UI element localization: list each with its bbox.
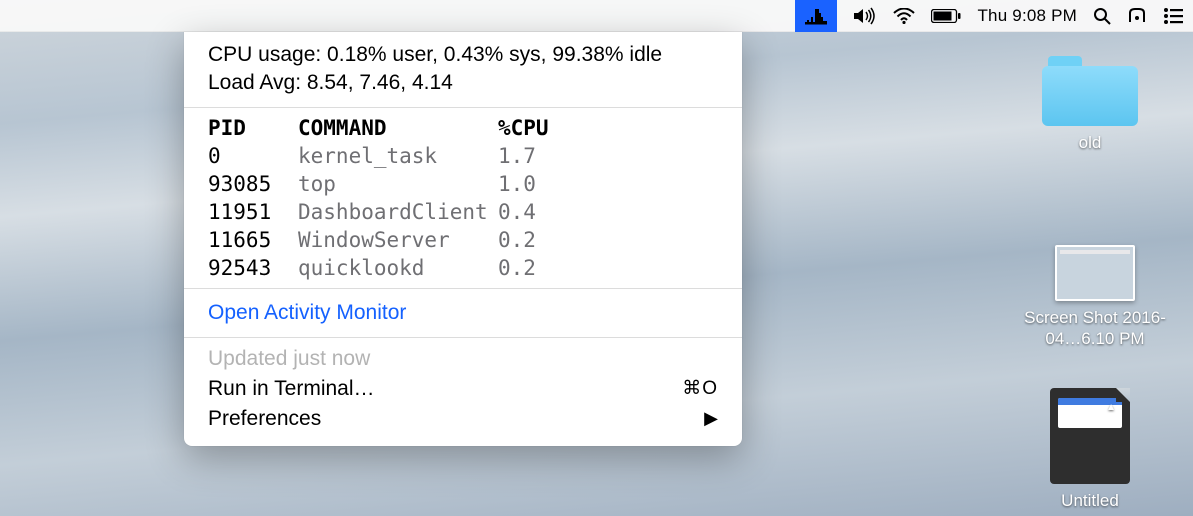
cell-pid: 0 [208, 142, 298, 170]
table-row: 92543 quicklookd 0.2 [208, 254, 718, 282]
table-row: 11665 WindowServer 0.2 [208, 226, 718, 254]
cell-command: DashboardClient [298, 198, 498, 226]
cell-cpu: 0.4 [498, 198, 718, 226]
cell-pid: 93085 [208, 170, 298, 198]
desktop-screenshot[interactable]: Screen Shot 2016-04…6.10 PM [1020, 245, 1170, 350]
cell-command: top [298, 170, 498, 198]
cell-cpu: 1.0 [498, 170, 718, 198]
sd-card-icon: ▲ [1050, 388, 1130, 484]
submenu-arrow-icon: ▶ [704, 408, 718, 429]
run-in-terminal-shortcut: ⌘O [682, 377, 718, 400]
wifi-icon[interactable] [893, 8, 915, 24]
col-header-pid: PID [208, 114, 298, 142]
notification-center-icon[interactable] [1163, 8, 1183, 24]
screenshot-icon [1055, 245, 1135, 301]
cell-command: WindowServer [298, 226, 498, 254]
open-activity-monitor[interactable]: Open Activity Monitor [208, 298, 718, 328]
table-row: 11951 DashboardClient 0.4 [208, 198, 718, 226]
cpu-graph-icon [805, 7, 827, 25]
col-header-command: COMMAND [298, 114, 498, 142]
menubar: Thu 9:08 PM [0, 0, 1193, 32]
process-table-section: PID COMMAND %CPU 0 kernel_task 1.7 93085… [184, 108, 742, 288]
table-header-row: PID COMMAND %CPU [208, 114, 718, 142]
cpu-usage-line: CPU usage: 0.18% user, 0.43% sys, 99.38%… [208, 41, 718, 69]
battery-icon[interactable] [931, 9, 961, 23]
updated-status: Updated just now [208, 344, 718, 374]
preferences-label: Preferences [208, 407, 321, 431]
folder-icon [1042, 56, 1138, 126]
updated-status-label: Updated just now [208, 347, 370, 371]
table-row: 93085 top 1.0 [208, 170, 718, 198]
open-activity-monitor-label: Open Activity Monitor [208, 301, 406, 325]
desktop-sd-card-label: Untitled [1020, 490, 1160, 511]
cell-pid: 11951 [208, 198, 298, 226]
cell-pid: 11665 [208, 226, 298, 254]
siri-icon[interactable] [1127, 7, 1147, 25]
cell-pid: 92543 [208, 254, 298, 282]
cpu-summary-section: CPU usage: 0.18% user, 0.43% sys, 99.38%… [184, 32, 742, 107]
col-header-cpu: %CPU [498, 114, 718, 142]
spotlight-icon[interactable] [1093, 7, 1111, 25]
desktop-folder-label: old [1020, 132, 1160, 153]
preferences[interactable]: Preferences ▶ [208, 404, 718, 434]
run-in-terminal-label: Run in Terminal… [208, 377, 375, 401]
cell-command: kernel_task [298, 142, 498, 170]
cell-cpu: 1.7 [498, 142, 718, 170]
cell-cpu: 0.2 [498, 226, 718, 254]
load-avg-line: Load Avg: 8.54, 7.46, 4.14 [208, 69, 718, 97]
process-table: PID COMMAND %CPU 0 kernel_task 1.7 93085… [208, 114, 718, 282]
desktop-sd-card[interactable]: ▲ Untitled [1020, 388, 1160, 511]
menubar-clock[interactable]: Thu 9:08 PM [977, 6, 1077, 26]
menu-extra-cpu-monitor[interactable] [795, 0, 837, 32]
volume-icon[interactable] [853, 7, 877, 25]
cpu-monitor-dropdown: CPU usage: 0.18% user, 0.43% sys, 99.38%… [184, 32, 742, 446]
cell-cpu: 0.2 [498, 254, 718, 282]
cell-command: quicklookd [298, 254, 498, 282]
table-row: 0 kernel_task 1.7 [208, 142, 718, 170]
desktop-screenshot-label: Screen Shot 2016-04…6.10 PM [1020, 307, 1170, 350]
run-in-terminal[interactable]: Run in Terminal… ⌘O [208, 374, 718, 404]
footer-section: Updated just now Run in Terminal… ⌘O Pre… [184, 338, 742, 446]
desktop-folder-old[interactable]: old [1020, 56, 1160, 153]
open-activity-section: Open Activity Monitor [184, 289, 742, 337]
